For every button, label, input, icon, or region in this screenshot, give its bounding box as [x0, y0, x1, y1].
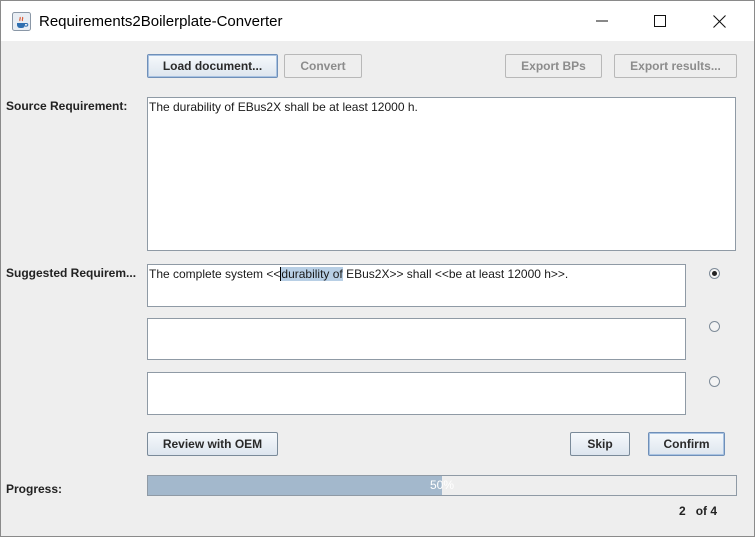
close-icon: [712, 14, 726, 28]
confirm-button[interactable]: Confirm: [648, 432, 725, 456]
total-count: 4: [710, 504, 718, 518]
minimize-icon: [596, 20, 608, 22]
suggestion-radio-1[interactable]: [709, 268, 720, 279]
skip-button[interactable]: Skip: [570, 432, 630, 456]
maximize-icon: [654, 15, 666, 27]
progress-bar: 50%: [147, 475, 737, 496]
source-requirement-label: Source Requirement:: [6, 99, 128, 113]
load-document-button[interactable]: Load document...: [147, 54, 278, 78]
maximize-button[interactable]: [631, 1, 689, 41]
review-with-oem-button[interactable]: Review with OEM: [147, 432, 278, 456]
window-title: Requirements2Boilerplate-Converter: [39, 13, 283, 30]
suggestion-text-before: The complete system <<: [149, 267, 281, 281]
title-bar: Requirements2Boilerplate-Converter: [1, 1, 754, 41]
minimize-button[interactable]: [573, 1, 631, 41]
suggestion-radio-2[interactable]: [709, 321, 720, 332]
suggestion-text-selected: durability of: [280, 267, 343, 281]
suggestion-radio-3[interactable]: [709, 376, 720, 387]
suggested-requirement-field-2[interactable]: [147, 318, 686, 360]
suggested-requirement-field-3[interactable]: [147, 372, 686, 415]
current-index: 2: [679, 504, 686, 518]
app-window: Requirements2Boilerplate-Converter Load …: [0, 0, 755, 537]
source-requirement-field[interactable]: The durability of EBus2X shall be at lea…: [147, 97, 736, 251]
convert-button[interactable]: Convert: [284, 54, 362, 78]
suggestion-text-after: EBus2X>> shall <<be at least 12000 h>>.: [342, 267, 569, 281]
export-bps-button[interactable]: Export BPs: [505, 54, 602, 78]
suggested-requirement-field-1[interactable]: The complete system <<durability of EBus…: [147, 264, 686, 307]
of-label: of: [695, 504, 708, 518]
source-requirement-text: The durability of EBus2X shall be at lea…: [149, 100, 418, 114]
export-results-button[interactable]: Export results...: [614, 54, 737, 78]
progress-percent: 50%: [429, 478, 455, 492]
radio-selected-dot: [712, 271, 717, 276]
progress-label: Progress:: [6, 482, 63, 496]
suggested-requirement-label: Suggested Requirem...: [6, 266, 137, 280]
java-cup-icon: [12, 12, 31, 31]
page-counter: 2 of 4: [679, 504, 717, 518]
close-button[interactable]: [690, 1, 748, 41]
